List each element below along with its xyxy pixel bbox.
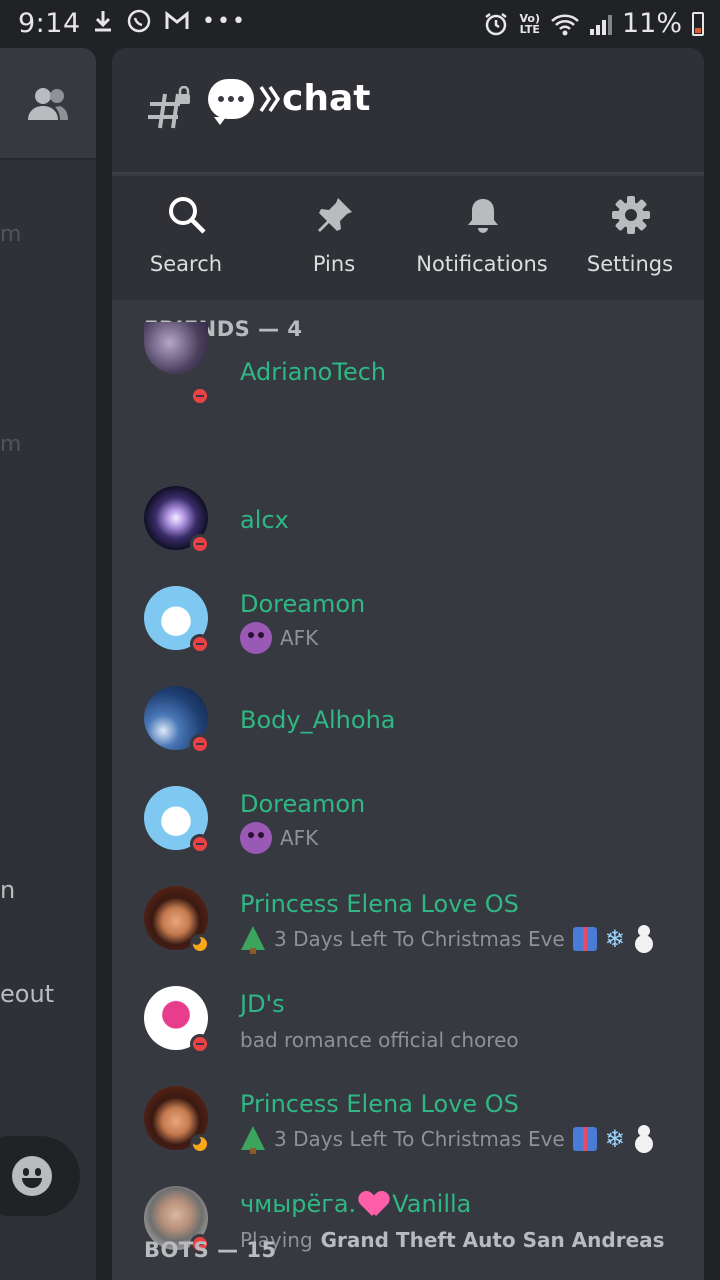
bell-icon <box>468 199 498 233</box>
smiling-devil-icon <box>240 822 272 854</box>
search-icon <box>169 197 206 234</box>
whatsapp-icon <box>127 9 151 33</box>
notification-icons: ••• <box>92 8 247 34</box>
pins-button[interactable]: Pins <box>260 176 408 300</box>
channel-actions: Search Pins Notifications Settings <box>112 176 704 300</box>
background-text-fragment: n <box>0 876 16 904</box>
member-name: JD's <box>240 990 285 1018</box>
gmail-icon <box>165 10 189 29</box>
channel-info-drawer: chat Search Pins Notifications Settings … <box>112 48 704 1280</box>
system-icons: Vo) LTE 11% <box>483 8 704 39</box>
battery-icon <box>692 11 704 36</box>
member-name: Doreamon <box>240 590 366 618</box>
member-row[interactable]: Princess Elena Love OS 3 Days Left To Ch… <box>112 870 704 970</box>
background-chat-panel: m m n eout <box>0 48 96 1280</box>
idle-status-icon <box>190 934 210 954</box>
member-row[interactable]: Doreamon AFK <box>112 570 704 670</box>
dnd-status-icon <box>190 534 210 554</box>
locked-hash-icon <box>148 86 190 129</box>
member-row[interactable]: AdrianoTech <box>112 322 704 448</box>
member-row[interactable]: Princess Elena Love OS 3 Days Left To Ch… <box>112 1070 704 1170</box>
member-list: FRIENDS — 4 AdrianoTech alcx Doreamon AF… <box>112 300 704 1280</box>
avatar <box>144 322 208 374</box>
channel-name: chat <box>282 78 371 119</box>
search-label: Search <box>149 252 223 276</box>
member-name: alcx <box>240 506 289 534</box>
smiling-devil-icon <box>240 622 272 654</box>
sparkling-heart-icon <box>360 1192 388 1218</box>
status-bar: 9:14 ••• Vo) LTE 11% <box>0 0 720 48</box>
download-icon <box>95 11 111 32</box>
member-activity: AFK <box>240 622 318 654</box>
wifi-icon <box>551 14 579 35</box>
dnd-status-icon <box>190 1034 210 1054</box>
double-chevron-icon <box>259 85 281 112</box>
member-name: Princess Elena Love OS <box>240 890 519 918</box>
member-name: чмырёга. Vanilla <box>240 1190 472 1218</box>
member-activity: bad romance official choreo <box>240 1028 519 1052</box>
gift-icon <box>572 1127 597 1151</box>
gear-icon <box>612 196 650 234</box>
background-text-fragment: m <box>0 222 22 247</box>
idle-status-icon <box>190 1134 210 1154</box>
snowflake-icon: ❄ <box>604 1125 625 1153</box>
notifications-button[interactable]: Notifications <box>408 176 556 300</box>
christmas-tree-icon <box>240 924 266 954</box>
background-topbar <box>0 48 96 160</box>
member-activity: Playing Grand Theft Auto San Andreas <box>240 1228 665 1252</box>
pins-label: Pins <box>312 252 356 276</box>
settings-label: Settings <box>586 252 674 276</box>
member-name: Princess Elena Love OS <box>240 1090 519 1118</box>
volte-indicator: Vo) LTE <box>519 11 540 36</box>
bots-section-header: BOTS — 15 <box>144 1238 277 1262</box>
member-name: Body_Alhoha <box>240 706 396 734</box>
background-text-fragment: m <box>0 432 22 457</box>
search-button[interactable]: Search <box>112 176 260 300</box>
status-time: 9:14 <box>18 8 81 39</box>
member-activity: 3 Days Left To Christmas Eve ❄ <box>240 1124 655 1154</box>
christmas-tree-icon <box>240 1124 266 1154</box>
member-name: AdrianoTech <box>240 358 387 386</box>
member-row[interactable]: Body_Alhoha <box>112 670 704 770</box>
gift-icon <box>572 927 597 951</box>
members-icon[interactable] <box>26 84 70 124</box>
dnd-status-icon <box>190 386 210 406</box>
snowman-icon <box>633 925 655 953</box>
snowflake-icon: ❄ <box>604 925 625 953</box>
channel-header: chat <box>112 48 704 174</box>
dnd-status-icon <box>190 734 210 754</box>
member-row[interactable]: alcx <box>112 470 704 570</box>
snowman-icon <box>633 1125 655 1153</box>
background-text-fragment: eout <box>0 980 55 1008</box>
channel-title: chat <box>208 78 371 125</box>
alarm-icon <box>485 12 508 35</box>
dnd-status-icon <box>190 834 210 854</box>
speech-bubble-icon <box>208 78 254 125</box>
dnd-status-icon <box>190 634 210 654</box>
pin-icon <box>318 198 352 232</box>
more-notifications-icon: ••• <box>202 8 247 34</box>
emoji-icon <box>12 1156 52 1196</box>
member-name: Doreamon <box>240 790 366 818</box>
settings-button[interactable]: Settings <box>556 176 704 300</box>
member-row[interactable]: Doreamon AFK <box>112 770 704 870</box>
member-activity: 3 Days Left To Christmas Eve ❄ <box>240 924 655 954</box>
signal-icon <box>589 13 612 35</box>
member-activity: AFK <box>240 822 318 854</box>
battery-percent: 11% <box>621 8 682 39</box>
member-row[interactable]: JD's bad romance official choreo <box>112 970 704 1070</box>
notifications-label: Notifications <box>416 252 548 276</box>
